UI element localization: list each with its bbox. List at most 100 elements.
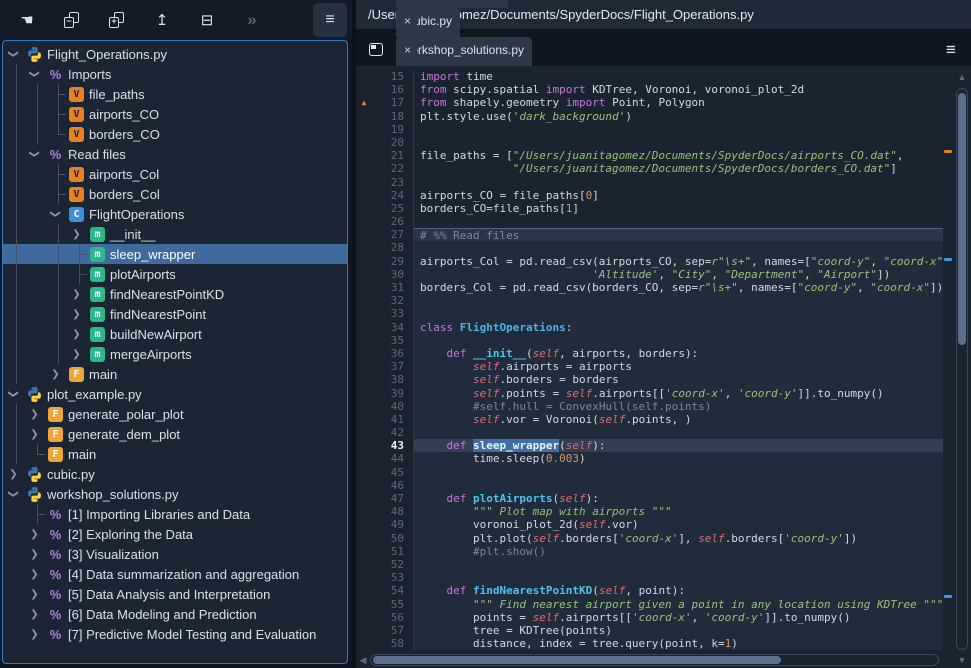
outline-item-borders-co[interactable]: Vborders_CO — [3, 124, 347, 144]
chevron-right-icon[interactable]: ❯ — [66, 324, 87, 344]
code-line[interactable]: 27# %% Read files — [356, 228, 943, 241]
chevron-right-icon[interactable]: ❯ — [24, 564, 45, 584]
code-line[interactable]: 43 def sleep_wrapper(self): — [356, 439, 943, 452]
outline-options-button[interactable]: ≡ — [313, 3, 347, 37]
code-line[interactable]: 20 — [356, 136, 943, 149]
code-editor[interactable]: 15import time16from scipy.spatial import… — [356, 66, 971, 668]
chevron-down-icon[interactable]: ❯ — [4, 384, 24, 405]
outline-item-2-exploring-the-data[interactable]: ❯%[2] Exploring the Data — [3, 524, 347, 544]
code-line[interactable]: 53 — [356, 571, 943, 584]
code-line[interactable]: 42 — [356, 426, 943, 439]
code-line[interactable]: 31borders_Col = pd.read_csv(borders_CO, … — [356, 281, 943, 294]
code-line[interactable]: 55 """ Find nearest airport given a poin… — [356, 598, 943, 611]
code-line[interactable]: 21file_paths = ["/Users/juanitagomez/Doc… — [356, 149, 943, 162]
close-tab-icon[interactable]: × — [404, 14, 411, 28]
browse-tabs-button[interactable] — [356, 33, 396, 66]
outline-item-workshop-solutions-py[interactable]: ❯workshop_solutions.py — [3, 484, 347, 504]
chevron-right-icon[interactable]: ❯ — [24, 524, 45, 544]
code-line[interactable]: 38 self.borders = borders — [356, 373, 943, 386]
chevron-right-icon[interactable]: ❯ — [24, 604, 45, 624]
outline-item-read-files[interactable]: ❯%Read files — [3, 144, 347, 164]
code-line[interactable]: 30 'Altitude', "City", "Department", "Ai… — [356, 268, 943, 281]
code-line[interactable]: 15import time — [356, 70, 943, 83]
collapse-section-icon-button[interactable]: ⊟ — [190, 3, 224, 37]
code-line[interactable]: 26 — [356, 215, 943, 228]
tab-cubic-py[interactable]: ×cubic.py — [396, 8, 460, 37]
expand-all-icon-button[interactable]: + — [100, 3, 134, 37]
outline-item-flight-operations-py[interactable]: ❯Flight_Operations.py — [3, 44, 347, 64]
code-line[interactable]: 37 self.airports = airports — [356, 360, 943, 373]
scroll-left-icon[interactable]: ◀ — [356, 655, 370, 666]
go-to-cursor-icon-button[interactable]: ☚ — [10, 3, 44, 37]
outline-item-7-predictive-model-testing-and-evaluation[interactable]: ❯%[7] Predictive Model Testing and Evalu… — [3, 624, 347, 644]
code-line[interactable]: 52 — [356, 558, 943, 571]
chevron-down-icon[interactable]: ❯ — [25, 64, 45, 85]
chevron-right-icon[interactable]: ❯ — [24, 624, 45, 644]
chevron-right-icon[interactable]: ❯ — [66, 344, 87, 364]
vertical-scroll-track[interactable] — [956, 88, 968, 650]
vertical-scroll-thumb[interactable] — [958, 93, 966, 345]
outline-item-sleep-wrapper[interactable]: msleep_wrapper — [3, 244, 347, 264]
scroll-down-icon[interactable]: ▼ — [956, 655, 968, 665]
code-line[interactable]: 45 — [356, 466, 943, 479]
editor-options-button[interactable]: ≡ — [931, 33, 971, 66]
close-tab-icon[interactable]: × — [404, 43, 411, 57]
code-line[interactable]: 32 — [356, 294, 943, 307]
code-line[interactable]: 24airports_CO = file_paths[0] — [356, 189, 943, 202]
chevron-down-icon[interactable]: ❯ — [4, 44, 24, 65]
code-line[interactable]: 22 "/Users/juanitagomez/Documents/Spyder… — [356, 162, 943, 175]
code-line[interactable]: 51 #plt.show() — [356, 545, 943, 558]
outline-item-6-data-modeling-and-prediction[interactable]: ❯%[6] Data Modeling and Prediction — [3, 604, 347, 624]
outline-item-3-visualization[interactable]: ❯%[3] Visualization — [3, 544, 347, 564]
outline-item-5-data-analysis-and-interpretation[interactable]: ❯%[5] Data Analysis and Interpretation — [3, 584, 347, 604]
tab-plot-example-py[interactable]: ×plot_example.py* — [396, 0, 508, 8]
horizontal-scrollbar[interactable]: ◀ — [356, 652, 943, 668]
outline-item-findnearestpointkd[interactable]: ❯mfindNearestPointKD — [3, 284, 347, 304]
code-line[interactable]: 49 voronoi_plot_2d(self.vor) — [356, 518, 943, 531]
code-line[interactable]: 40 #self.hull = ConvexHull(self.points) — [356, 400, 943, 413]
outline-item-file-paths[interactable]: Vfile_paths — [3, 84, 347, 104]
outline-item-findnearestpoint[interactable]: ❯mfindNearestPoint — [3, 304, 347, 324]
outline-item-generate-dem-plot[interactable]: ❯Fgenerate_dem_plot — [3, 424, 347, 444]
code-area[interactable]: 15import time16from scipy.spatial import… — [356, 66, 943, 652]
code-line[interactable]: 33 — [356, 307, 943, 320]
outline-item-cubic-py[interactable]: ❯cubic.py — [3, 464, 347, 484]
code-line[interactable]: 35 — [356, 334, 943, 347]
collapse-all-icon-button[interactable]: − — [55, 3, 89, 37]
chevron-right-icon[interactable]: ❯ — [45, 364, 66, 384]
chevron-right-icon[interactable]: ❯ — [24, 544, 45, 564]
outline-item-1-importing-libraries-and-data[interactable]: %[1] Importing Libraries and Data — [3, 504, 347, 524]
chevron-right-icon[interactable]: ❯ — [66, 304, 87, 324]
code-line[interactable]: 41 self.vor = Voronoi(self.points, ) — [356, 413, 943, 426]
code-line[interactable]: 46 — [356, 479, 943, 492]
outline-item-airports-col[interactable]: Vairports_Col — [3, 164, 347, 184]
code-line[interactable]: 48 """ Plot map with airports """ — [356, 505, 943, 518]
chevron-down-icon[interactable]: ❯ — [25, 144, 45, 165]
outline-item-main[interactable]: ❯Fmain — [3, 364, 347, 384]
tab-workshop-solutions-py[interactable]: ×workshop_solutions.py — [396, 37, 532, 66]
chevron-right-icon[interactable]: ❯ — [66, 224, 87, 244]
outline-item-init[interactable]: ❯m__init__ — [3, 224, 347, 244]
horizontal-scroll-thumb[interactable] — [373, 656, 781, 664]
chevron-down-icon[interactable]: ❯ — [4, 484, 24, 505]
code-line[interactable]: 47 def plotAirports(self): — [356, 492, 943, 505]
chevron-down-icon[interactable]: ❯ — [46, 204, 66, 225]
code-line[interactable]: 44 time.sleep(0.003) — [356, 452, 943, 465]
outline-item-generate-polar-plot[interactable]: ❯Fgenerate_polar_plot — [3, 404, 347, 424]
code-line[interactable]: 23 — [356, 176, 943, 189]
outline-item-plot-example-py[interactable]: ❯plot_example.py — [3, 384, 347, 404]
chevron-right-icon[interactable]: ❯ — [66, 284, 87, 304]
code-line[interactable]: 36 def __init__(self, airports, borders)… — [356, 347, 943, 360]
code-line[interactable]: 29airports_Col = pd.read_csv(airports_CO… — [356, 255, 943, 268]
code-line[interactable]: 58 distance, index = tree.query(point, k… — [356, 637, 943, 650]
code-line[interactable]: 25borders_CO=file_paths[1] — [356, 202, 943, 215]
code-line[interactable]: 39 self.points = self.airports[['coord-x… — [356, 387, 943, 400]
outline-item-borders-col[interactable]: Vborders_Col — [3, 184, 347, 204]
more-actions-icon-button[interactable]: » — [235, 3, 269, 37]
outline-item-flightoperations[interactable]: ❯CFlightOperations — [3, 204, 347, 224]
outline-item-main[interactable]: Fmain — [3, 444, 347, 464]
outline-item-imports[interactable]: ❯%Imports — [3, 64, 347, 84]
chevron-right-icon[interactable]: ❯ — [3, 464, 24, 484]
code-line[interactable]: 50 plt.plot(self.borders['coord-x'], sel… — [356, 532, 943, 545]
horizontal-scroll-track[interactable] — [370, 654, 939, 666]
